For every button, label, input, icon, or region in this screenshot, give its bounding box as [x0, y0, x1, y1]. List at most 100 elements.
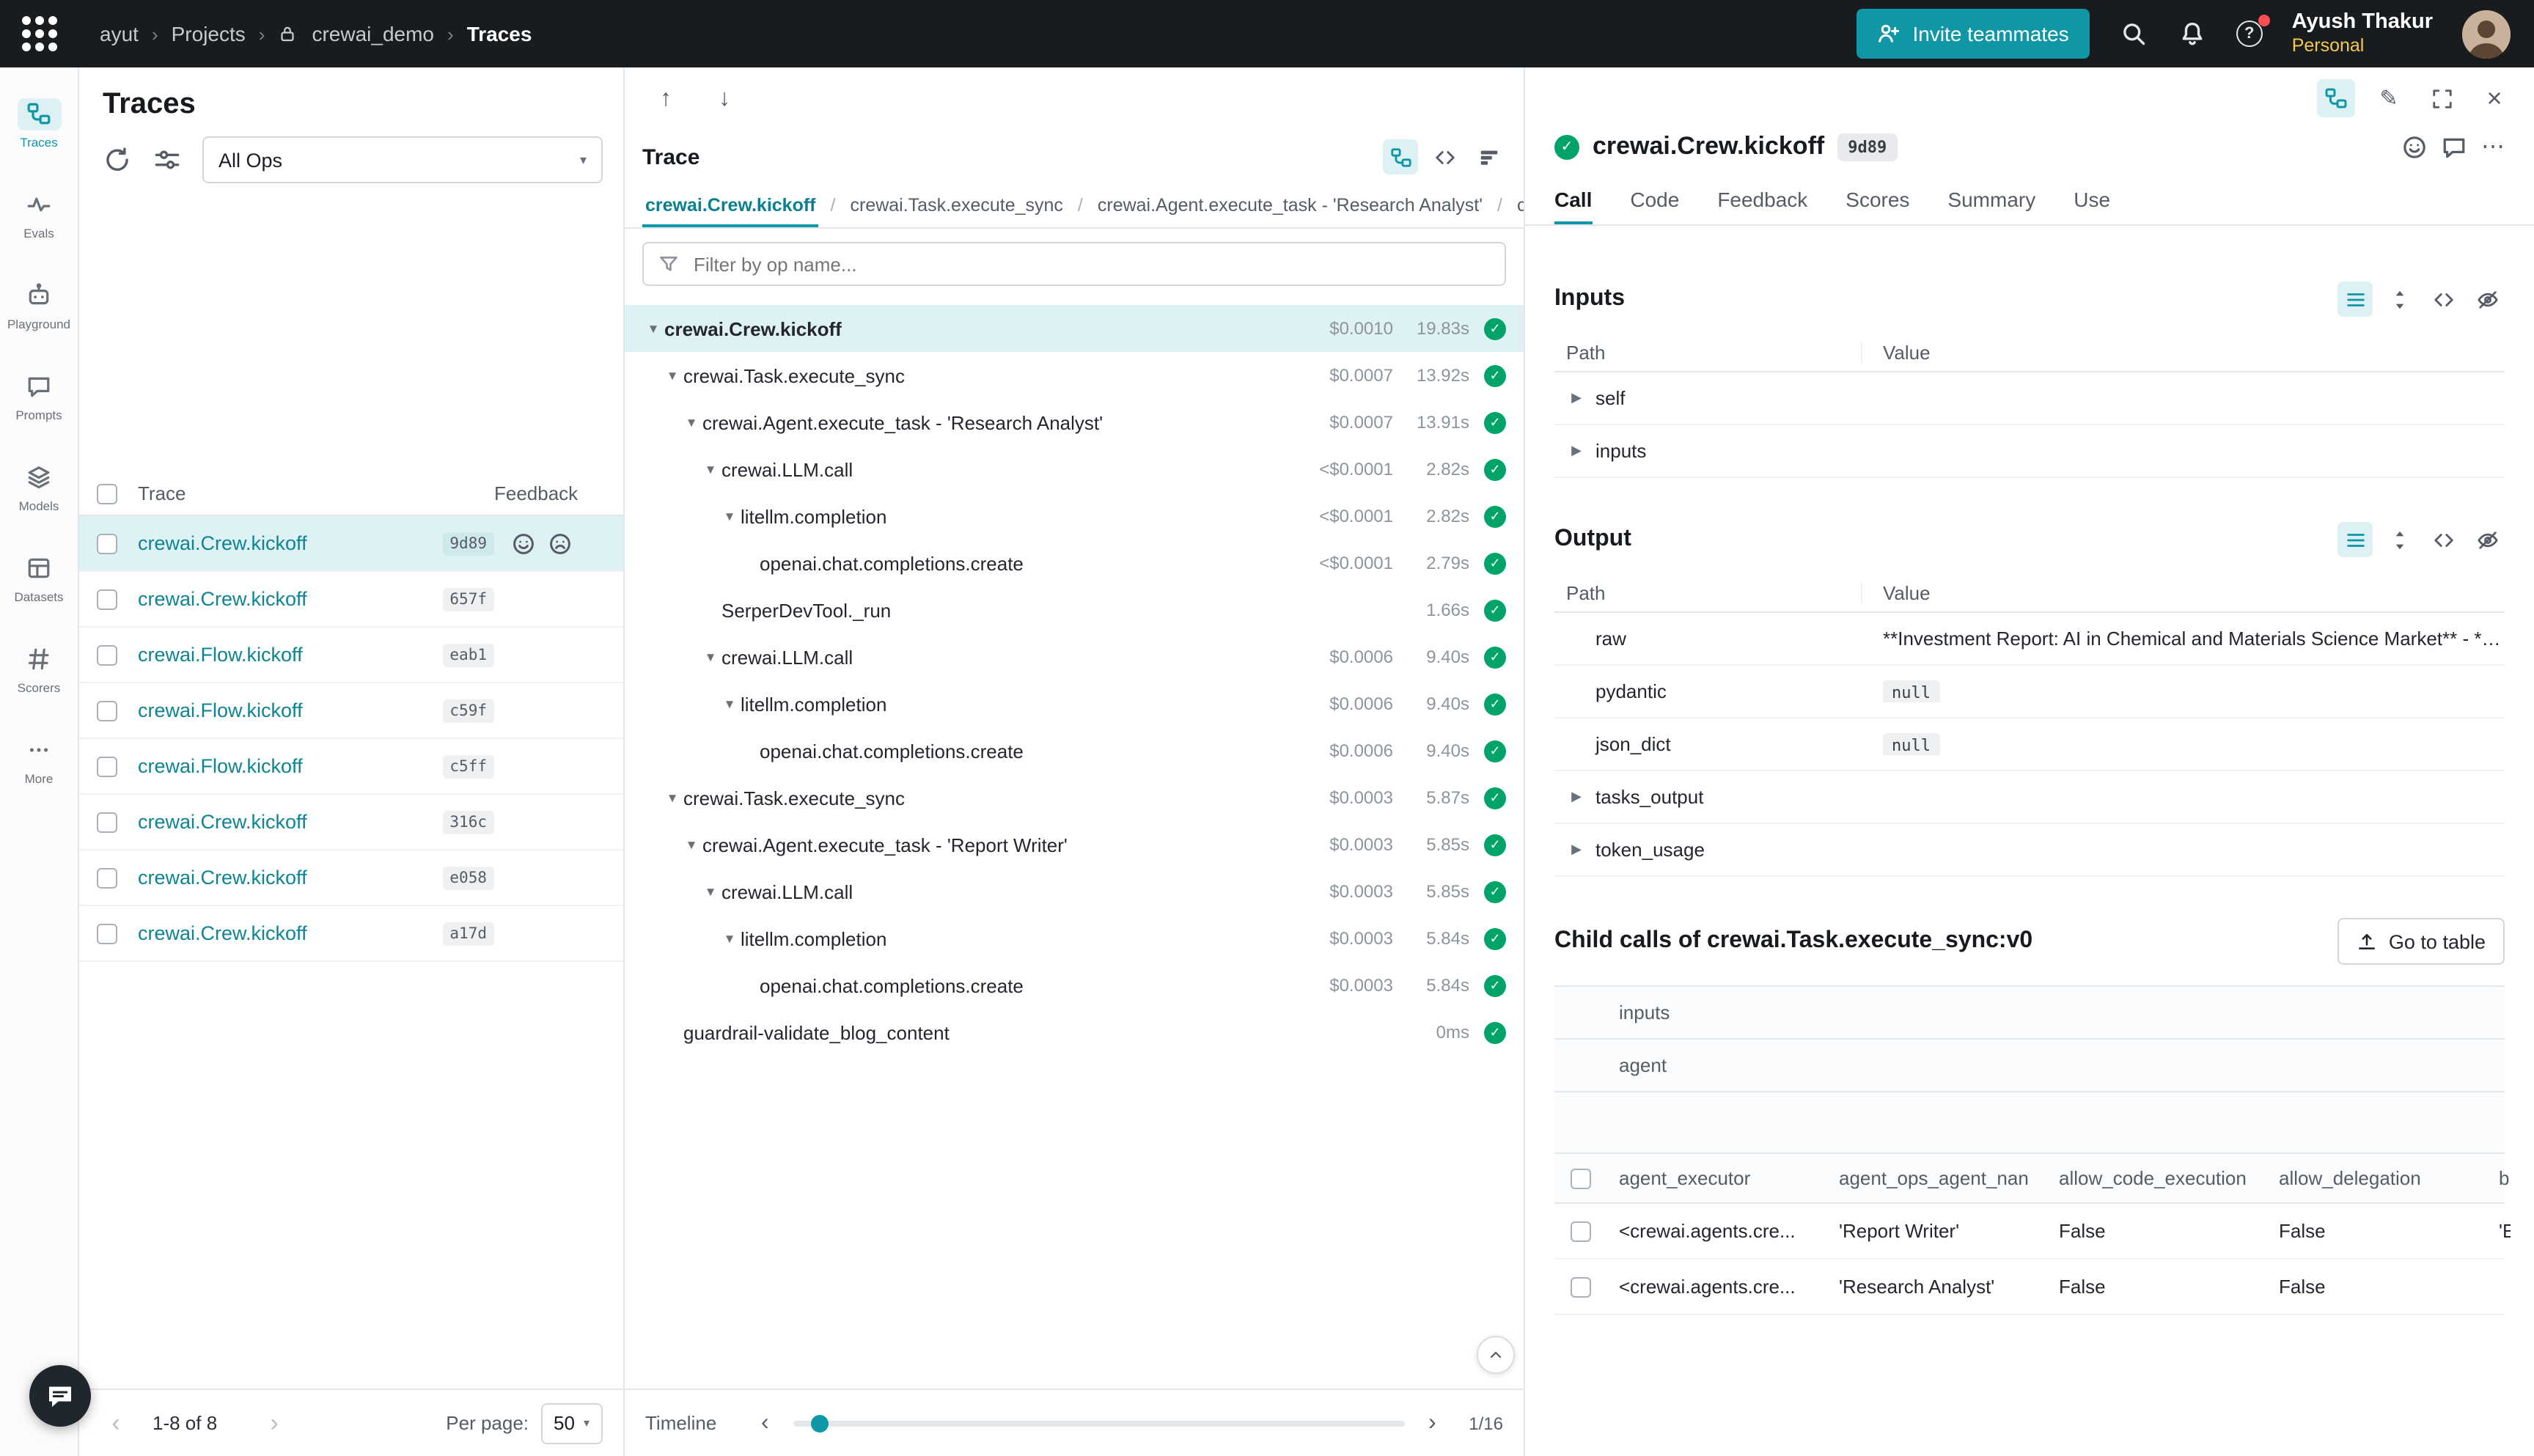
- row-checkbox[interactable]: [97, 812, 117, 832]
- trace-tree-row[interactable]: ▼ crewai.LLM.call<$0.00012.82s✓: [625, 446, 1524, 493]
- wandb-logo[interactable]: [0, 0, 79, 67]
- tab-use[interactable]: Use: [2074, 188, 2110, 224]
- trace-tree-row[interactable]: ▼ openai.chat.completions.create$0.00035…: [625, 962, 1524, 1009]
- row-checkbox[interactable]: [97, 589, 117, 609]
- column-settings-icon[interactable]: [153, 145, 182, 174]
- refresh-icon[interactable]: [103, 145, 132, 174]
- next-page-button[interactable]: ›: [258, 1408, 290, 1438]
- tab-summary[interactable]: Summary: [1947, 188, 2035, 224]
- chevron-right-icon[interactable]: ▶: [1566, 390, 1587, 406]
- trace-tree-row[interactable]: ▼ litellm.completion<$0.00012.82s✓: [625, 493, 1524, 540]
- timeline-slider[interactable]: [793, 1420, 1404, 1426]
- table-row[interactable]: crewai.Flow.kickoff eab1: [79, 628, 623, 683]
- next-trace-icon[interactable]: ↓: [707, 82, 742, 117]
- trace-tree-row[interactable]: ▼ litellm.completion$0.00035.84s✓: [625, 915, 1524, 962]
- search-icon[interactable]: [2119, 19, 2148, 48]
- timeline-slider-handle[interactable]: [811, 1414, 829, 1432]
- op-filter-input[interactable]: [691, 251, 1490, 276]
- breadcrumb-project[interactable]: crewai_demo: [312, 22, 434, 45]
- row-checkbox[interactable]: [1571, 1221, 1591, 1241]
- list-view-icon[interactable]: [2337, 282, 2373, 317]
- trace-tree-row[interactable]: ▼ litellm.completion$0.00069.40s✓: [625, 680, 1524, 727]
- trace-tree-row[interactable]: ▼ crewai.Agent.execute_task - 'Research …: [625, 399, 1524, 446]
- code-view-icon[interactable]: [2425, 522, 2461, 557]
- output-row[interactable]: pydantic null: [1554, 666, 2505, 718]
- chevron-right-icon[interactable]: ▶: [1566, 842, 1587, 858]
- chevron-right-icon[interactable]: ▶: [1566, 789, 1587, 805]
- row-checkbox[interactable]: [1571, 1276, 1591, 1297]
- trace-tree-row[interactable]: ▼ crewai.LLM.call$0.00035.85s✓: [625, 868, 1524, 915]
- expand-rows-icon[interactable]: [2381, 522, 2417, 557]
- fullscreen-icon[interactable]: [2423, 79, 2461, 117]
- hide-values-icon[interactable]: [2469, 282, 2505, 317]
- frowny-icon[interactable]: [548, 532, 572, 555]
- table-row[interactable]: crewai.Flow.kickoff c5ff: [79, 739, 623, 795]
- select-all-checkbox[interactable]: [1571, 1168, 1591, 1188]
- sidebar-item-more[interactable]: More: [4, 718, 74, 801]
- overflow-menu-icon[interactable]: ⋯: [2481, 132, 2505, 161]
- table-row[interactable]: crewai.Crew.kickoff a17d: [79, 906, 623, 962]
- trace-tree-row[interactable]: ▼ guardrail-validate_blog_content0ms✓: [625, 1009, 1524, 1056]
- tab-feedback[interactable]: Feedback: [1717, 188, 1807, 224]
- prev-page-button[interactable]: ‹: [100, 1408, 132, 1438]
- trace-tree-row[interactable]: ▼ crewai.Crew.kickoff$0.001019.83s✓: [625, 305, 1524, 352]
- chevron-down-icon[interactable]: ▼: [719, 696, 741, 711]
- trace-tree-row[interactable]: ▼ crewai.Agent.execute_task - 'Report Wr…: [625, 821, 1524, 868]
- comment-icon[interactable]: [2442, 134, 2467, 159]
- inputs-row[interactable]: ▶self: [1554, 372, 2505, 425]
- row-checkbox[interactable]: [97, 923, 117, 944]
- go-to-table-button[interactable]: Go to table: [2337, 918, 2505, 965]
- table-row[interactable]: crewai.Crew.kickoff e058: [79, 850, 623, 906]
- output-row[interactable]: ▶token_usage: [1554, 824, 2505, 877]
- path-tab[interactable]: crewai.LLM.cal: [1514, 195, 1524, 227]
- path-tab[interactable]: crewai.Crew.kickoff: [642, 195, 819, 227]
- table-row[interactable]: crewai.Flow.kickoff c59f: [79, 683, 623, 739]
- output-row[interactable]: ▶tasks_output: [1554, 771, 2505, 824]
- chevron-right-icon[interactable]: ▶: [1566, 443, 1587, 459]
- table-row[interactable]: crewai.Crew.kickoff 316c: [79, 795, 623, 850]
- sidebar-item-models[interactable]: Models: [4, 446, 74, 528]
- tab-call[interactable]: Call: [1554, 188, 1592, 224]
- trace-tree-row[interactable]: ▼ openai.chat.completions.create$0.00069…: [625, 727, 1524, 774]
- breadcrumb-projects[interactable]: Projects: [172, 22, 246, 45]
- row-checkbox[interactable]: [97, 700, 117, 721]
- sidebar-item-playground[interactable]: Playground: [4, 264, 74, 346]
- sidebar-item-datasets[interactable]: Datasets: [4, 537, 74, 619]
- timeline-next-icon[interactable]: ›: [1419, 1410, 1445, 1436]
- chevron-down-icon[interactable]: ▼: [661, 368, 683, 383]
- row-checkbox[interactable]: [97, 533, 117, 554]
- op-filter-field[interactable]: [642, 242, 1506, 286]
- smiley-icon[interactable]: [512, 532, 535, 555]
- path-tab[interactable]: crewai.Agent.execute_task - 'Research An…: [1095, 195, 1485, 227]
- trace-tree-row[interactable]: ▼ SerperDevTool._run1.66s✓: [625, 587, 1524, 633]
- table-row[interactable]: crewai.Crew.kickoff 657f: [79, 572, 623, 628]
- code-view-icon[interactable]: [2425, 282, 2461, 317]
- chat-fab[interactable]: [29, 1365, 91, 1427]
- sidebar-item-scorers[interactable]: Scorers: [4, 628, 74, 710]
- table-row[interactable]: <crewai.agents.cre... 'Report Writer' Fa…: [1554, 1204, 2505, 1260]
- row-checkbox[interactable]: [97, 756, 117, 776]
- tree-panel-icon[interactable]: [2317, 79, 2355, 117]
- chevron-down-icon[interactable]: ▼: [699, 884, 721, 899]
- invite-teammates-button[interactable]: Invite teammates: [1857, 9, 2089, 59]
- per-page-select[interactable]: 50 ▾: [540, 1402, 603, 1444]
- table-row[interactable]: <crewai.agents.cre... 'Research Analyst'…: [1554, 1260, 2505, 1315]
- list-view-icon[interactable]: [2337, 522, 2373, 557]
- flamegraph-view-icon[interactable]: [1471, 139, 1506, 174]
- prev-trace-icon[interactable]: ↑: [648, 82, 683, 117]
- trace-tree-row[interactable]: ▼ crewai.Task.execute_sync$0.00035.87s✓: [625, 774, 1524, 821]
- tab-scores[interactable]: Scores: [1846, 188, 1909, 224]
- breadcrumb-entity[interactable]: ayut: [100, 22, 139, 45]
- trace-tree-row[interactable]: ▼ openai.chat.completions.create<$0.0001…: [625, 540, 1524, 587]
- edit-icon[interactable]: ✎: [2370, 79, 2408, 117]
- row-checkbox[interactable]: [97, 867, 117, 888]
- chevron-down-icon[interactable]: ▼: [699, 650, 721, 664]
- chevron-down-icon[interactable]: ▼: [680, 837, 702, 852]
- code-view-icon[interactable]: [1427, 139, 1462, 174]
- help-button[interactable]: ?: [2236, 21, 2263, 47]
- trace-tree-row[interactable]: ▼ crewai.LLM.call$0.00069.40s✓: [625, 633, 1524, 680]
- sidebar-item-evals[interactable]: Evals: [4, 173, 74, 255]
- chevron-down-icon[interactable]: ▼: [719, 509, 741, 523]
- expand-rows-icon[interactable]: [2381, 282, 2417, 317]
- tree-view-icon[interactable]: [1383, 139, 1418, 174]
